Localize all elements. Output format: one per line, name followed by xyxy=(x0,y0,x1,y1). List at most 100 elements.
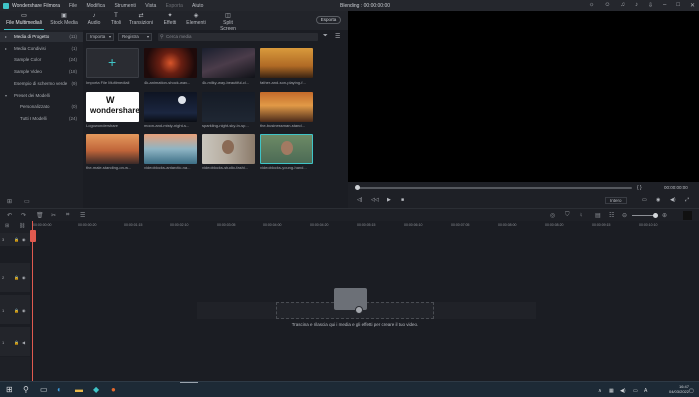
media-thumb[interactable]: W wondershare xyxy=(86,92,139,122)
language-icon[interactable]: A xyxy=(644,387,647,396)
media-thumb[interactable] xyxy=(202,92,255,122)
undo-icon[interactable]: ↶ xyxy=(7,212,12,219)
rewind-icon[interactable]: ◁◁ xyxy=(371,197,379,203)
fullscreen-icon[interactable]: ⤢ xyxy=(685,197,689,203)
import-media-tile[interactable]: + xyxy=(86,48,139,78)
zoom-out-icon[interactable]: ⊖ xyxy=(622,212,627,219)
eye-icon[interactable]: ◉ xyxy=(22,308,26,313)
download-icon[interactable]: ⇩ xyxy=(648,2,653,9)
media-thumb[interactable] xyxy=(144,48,197,78)
tab-titoli[interactable]: T Titoli xyxy=(109,11,123,30)
menu-esporta[interactable]: Esporta xyxy=(166,3,183,9)
media-thumb[interactable] xyxy=(260,48,313,78)
media-thumb[interactable] xyxy=(144,134,197,164)
monitor-icon[interactable]: ▭ xyxy=(642,197,647,203)
search-input[interactable]: ⚲ Cerca media xyxy=(158,33,318,41)
mic-icon[interactable]: ♮ xyxy=(580,212,582,219)
voiceover-icon[interactable]: ▤ xyxy=(595,212,601,219)
playhead[interactable] xyxy=(32,221,33,381)
taskbar-clock[interactable]: 16:47 04/03/2022 xyxy=(669,384,689,394)
tab-transizioni[interactable]: ⇄ Transizioni xyxy=(129,11,153,30)
record-dropdown[interactable]: Registra ▾ xyxy=(118,33,152,41)
redo-icon[interactable]: ↷ xyxy=(21,212,26,219)
lock-icon[interactable]: 🔒 xyxy=(14,340,19,345)
sidebar-item-sample-color[interactable]: Sample Color (24) xyxy=(0,55,83,65)
list-view-icon[interactable]: ☰ xyxy=(335,33,340,40)
file-explorer-icon[interactable]: ▬ xyxy=(75,385,83,394)
speaker-icon[interactable]: ◀ xyxy=(22,340,25,345)
shield-icon[interactable]: ⛉ xyxy=(565,212,570,219)
search-icon[interactable]: ⚲ xyxy=(23,385,29,394)
sidebar-item-sample-video[interactable]: Sample Video (18) xyxy=(0,67,83,77)
media-thumb-selected[interactable] xyxy=(260,134,313,164)
import-dropdown[interactable]: Importa ▾ xyxy=(86,33,114,41)
sidebar-item-media-di-progetto[interactable]: ▸ Media di Progetto (11) xyxy=(0,32,83,42)
link-icon[interactable]: ⛓ xyxy=(19,223,25,229)
play-icon[interactable]: ▶ xyxy=(387,197,391,203)
sidebar-item-schermo-verde[interactable]: Esempio di schermo verde (9) xyxy=(0,79,83,89)
filmora-taskbar-icon[interactable]: ◆ xyxy=(93,385,99,394)
layout-toggle-icon[interactable] xyxy=(683,211,692,220)
folder-icon[interactable]: ▭ xyxy=(24,198,30,205)
scrubber-handle[interactable] xyxy=(355,185,360,190)
preview-scrubber[interactable] xyxy=(356,187,632,189)
eye-icon[interactable]: ◉ xyxy=(22,237,26,242)
menu-aiuto[interactable]: Aiuto xyxy=(192,3,203,9)
volume-icon[interactable]: ◀) xyxy=(620,387,626,396)
sidebar-item-media-condivisi[interactable]: ▸ Media Condivisi (1) xyxy=(0,44,83,54)
edge-icon[interactable]: ◐ xyxy=(57,385,62,394)
chevron-up-icon[interactable]: ∧ xyxy=(598,387,602,396)
tab-audio[interactable]: ♪ Audio xyxy=(86,11,102,30)
crop-icon[interactable]: ⌗ xyxy=(66,212,69,219)
windows-start-icon[interactable]: ⊞ xyxy=(6,385,13,394)
zoom-in-icon[interactable]: ⊕ xyxy=(662,212,667,219)
sidebar-item-personalizzato[interactable]: Personalizzato (0) xyxy=(0,102,83,112)
lock-icon[interactable]: 🔒 xyxy=(14,237,19,242)
menu-strumenti[interactable]: Strumenti xyxy=(114,3,135,9)
menu-modifica[interactable]: Modifica xyxy=(86,3,105,9)
preview-viewer[interactable] xyxy=(348,11,699,208)
menu-vista[interactable]: Vista xyxy=(145,3,156,9)
quality-dropdown[interactable]: Intero xyxy=(605,197,627,204)
delete-icon[interactable]: 🗑 xyxy=(36,212,44,219)
playhead-handle[interactable] xyxy=(30,230,36,242)
bracket-marks-icon[interactable]: { } xyxy=(637,185,642,191)
network-icon[interactable]: ▦ xyxy=(609,387,614,396)
battery-icon[interactable]: ▭ xyxy=(633,387,638,396)
new-folder-icon[interactable]: ⊞ xyxy=(7,198,12,205)
lock-icon[interactable]: 🔒 xyxy=(14,308,19,313)
tab-elementi[interactable]: ◈ Elementi xyxy=(185,11,207,30)
media-thumb[interactable] xyxy=(144,92,197,122)
media-thumb[interactable] xyxy=(86,134,139,164)
adjust-icon[interactable]: ☰ xyxy=(80,212,85,219)
mixer-icon[interactable]: ☷ xyxy=(609,212,614,219)
sidebar-item-preset-modelli[interactable]: ▾ Preset dei Modelli xyxy=(0,91,83,101)
add-track-icon[interactable]: ⊞ xyxy=(5,223,9,229)
eye-icon[interactable]: ◉ xyxy=(22,275,26,280)
export-button[interactable]: Esporta xyxy=(316,16,341,24)
headset-icon[interactable]: ♫ xyxy=(620,2,625,9)
bell-icon[interactable]: ♪ xyxy=(635,2,638,9)
maximize-icon[interactable]: □ xyxy=(676,2,680,9)
sidebar-item-tutti-modelli[interactable]: Tutti I Modelli (24) xyxy=(0,114,83,124)
render-icon[interactable]: ◎ xyxy=(550,212,555,219)
minimize-icon[interactable]: – xyxy=(663,2,666,9)
snapshot-icon[interactable]: ◉ xyxy=(656,197,660,203)
notifications-icon[interactable]: ▢ xyxy=(689,387,694,396)
timeline-ruler[interactable]: 00:00:00:00 00:00:00:20 00:00:01:15 00:0… xyxy=(30,221,699,233)
close-icon[interactable]: ✕ xyxy=(690,2,695,9)
media-thumb[interactable] xyxy=(260,92,313,122)
zoom-slider-handle[interactable] xyxy=(653,213,658,218)
user-icon[interactable]: ☺ xyxy=(604,2,610,9)
volume-icon[interactable]: ◀) xyxy=(670,197,676,203)
firefox-icon[interactable]: ● xyxy=(111,385,116,394)
menu-file[interactable]: File xyxy=(69,3,77,9)
tab-effetti[interactable]: ✦ Effetti xyxy=(161,11,179,30)
media-thumb[interactable] xyxy=(202,134,255,164)
stop-icon[interactable]: ■ xyxy=(401,197,404,203)
tab-split-screen[interactable]: ◫ Split Screen xyxy=(215,11,241,32)
media-thumb[interactable] xyxy=(202,48,255,78)
previous-frame-icon[interactable]: ◁| xyxy=(357,197,362,203)
cut-icon[interactable]: ✂ xyxy=(51,212,56,219)
tab-stock-media[interactable]: ▣ Stock Media xyxy=(50,11,78,30)
